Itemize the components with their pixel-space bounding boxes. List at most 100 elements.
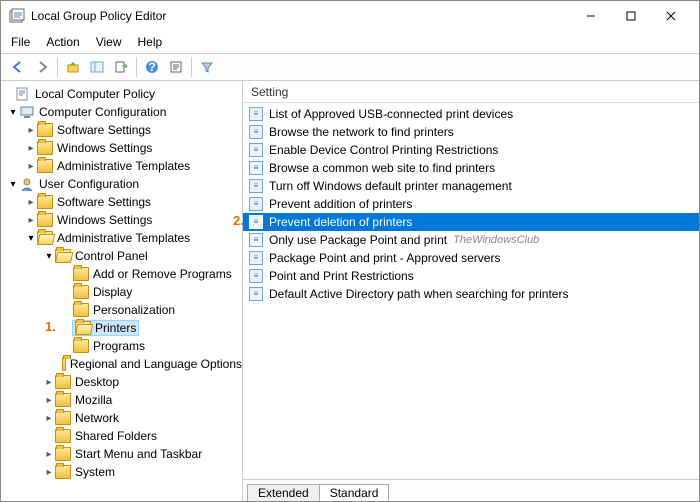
chevron-down-icon[interactable]: ▾: [25, 233, 37, 244]
tree-cp-addremove[interactable]: Add or Remove Programs: [1, 265, 242, 283]
chevron-right-icon[interactable]: ▸: [25, 125, 37, 136]
show-hide-tree-button[interactable]: [86, 56, 108, 78]
tree-root[interactable]: Local Computer Policy: [1, 85, 242, 103]
tree-system[interactable]: ▸ System: [1, 463, 242, 481]
tab-extended[interactable]: Extended: [247, 484, 320, 501]
setting-icon: ≡: [249, 161, 263, 175]
chevron-right-icon[interactable]: ▸: [43, 377, 55, 388]
chevron-down-icon[interactable]: ▾: [7, 107, 19, 118]
menu-file[interactable]: File: [11, 35, 30, 49]
tree-cp-regional[interactable]: Regional and Language Options: [1, 355, 242, 373]
folder-icon: [37, 141, 53, 155]
minimize-button[interactable]: [571, 2, 611, 30]
tree-cc-windows[interactable]: ▸Windows Settings: [1, 139, 242, 157]
export-button[interactable]: [110, 56, 132, 78]
filter-button[interactable]: [196, 56, 218, 78]
setting-item[interactable]: ≡Default Active Directory path when sear…: [243, 285, 699, 303]
chevron-right-icon[interactable]: ▸: [25, 143, 37, 154]
chevron-right-icon[interactable]: ▸: [25, 161, 37, 172]
setting-item[interactable]: ≡Browse a common web site to find printe…: [243, 159, 699, 177]
setting-item[interactable]: ≡Only use Package Point and print TheWin…: [243, 231, 699, 249]
folder-icon: [55, 447, 71, 461]
setting-item[interactable]: ≡Turn off Windows default printer manage…: [243, 177, 699, 195]
tree-uc-windows[interactable]: ▸Windows Settings: [1, 211, 242, 229]
chevron-right-icon[interactable]: ▸: [25, 215, 37, 226]
tab-standard[interactable]: Standard: [319, 484, 390, 501]
folder-icon: [37, 159, 53, 173]
setting-label: Prevent deletion of printers: [269, 215, 412, 229]
tree-label: Control Panel: [75, 249, 148, 263]
setting-icon: ≡: [249, 233, 263, 247]
tree-uc-admin[interactable]: ▾Administrative Templates: [1, 229, 242, 247]
watermark: TheWindowsClub: [453, 234, 539, 246]
folder-icon: [73, 285, 89, 299]
tree-label: Personalization: [93, 303, 175, 317]
settings-list[interactable]: 2. ≡List of Approved USB-connected print…: [243, 103, 699, 479]
tree-label: Add or Remove Programs: [93, 267, 232, 281]
setting-item[interactable]: ≡Browse the network to find printers: [243, 123, 699, 141]
tree-desktop[interactable]: ▸ Desktop: [1, 373, 242, 391]
setting-item[interactable]: ≡Point and Print Restrictions: [243, 267, 699, 285]
tree-cp-personalization[interactable]: Personalization: [1, 301, 242, 319]
setting-item[interactable]: ≡List of Approved USB-connected print de…: [243, 105, 699, 123]
close-button[interactable]: [651, 2, 691, 30]
callout-2: 2.: [233, 213, 244, 228]
tree-label: Local Computer Policy: [35, 87, 155, 101]
tree-cp-display[interactable]: Display: [1, 283, 242, 301]
back-button[interactable]: [7, 56, 29, 78]
callout-1: 1.: [45, 319, 56, 334]
setting-item[interactable]: ≡Prevent addition of printers: [243, 195, 699, 213]
chevron-right-icon[interactable]: ▸: [43, 449, 55, 460]
tree-cc-software[interactable]: ▸ Software Settings: [1, 121, 242, 139]
folder-icon: [73, 267, 89, 281]
tree-control-panel[interactable]: ▾ Control Panel: [1, 247, 242, 265]
tree-startmenu[interactable]: ▸Start Menu and Taskbar: [1, 445, 242, 463]
maximize-button[interactable]: [611, 2, 651, 30]
setting-label: Enable Device Control Printing Restricti…: [269, 143, 498, 157]
folder-open-icon: [37, 231, 53, 245]
tree-label: Desktop: [75, 375, 119, 389]
chevron-down-icon[interactable]: ▾: [7, 179, 19, 190]
setting-icon: ≡: [249, 215, 263, 229]
chevron-right-icon[interactable]: ▸: [43, 467, 55, 478]
menu-help[interactable]: Help: [138, 35, 163, 49]
tree-label: Printers: [95, 321, 136, 335]
nav-tree[interactable]: Local Computer Policy ▾Computer Configur…: [1, 81, 243, 501]
tree-user-configuration[interactable]: ▾User Configuration: [1, 175, 242, 193]
menu-view[interactable]: View: [96, 35, 122, 49]
tree-label: Software Settings: [57, 123, 151, 137]
tree-uc-software[interactable]: ▸Software Settings: [1, 193, 242, 211]
tree-computer-configuration[interactable]: ▾Computer Configuration: [1, 103, 242, 121]
folder-open-icon: [75, 321, 91, 335]
folder-icon: [55, 375, 71, 389]
menu-action[interactable]: Action: [46, 35, 79, 49]
tree-network[interactable]: ▸Network: [1, 409, 242, 427]
tree-label: Programs: [93, 339, 145, 353]
column-header-setting[interactable]: Setting: [243, 81, 699, 103]
chevron-right-icon[interactable]: ▸: [25, 197, 37, 208]
toolbar-separator: [57, 57, 58, 77]
setting-icon: ≡: [249, 107, 263, 121]
setting-label: Turn off Windows default printer managem…: [269, 179, 512, 193]
chevron-right-icon[interactable]: ▸: [43, 413, 55, 424]
setting-label: Prevent addition of printers: [269, 197, 412, 211]
chevron-down-icon[interactable]: ▾: [43, 251, 55, 262]
tree-cp-programs[interactable]: Programs: [1, 337, 242, 355]
up-button[interactable]: [62, 56, 84, 78]
tree-label: System: [75, 465, 115, 479]
folder-icon: [73, 303, 89, 317]
setting-item[interactable]: ≡Package Point and print - Approved serv…: [243, 249, 699, 267]
properties-button[interactable]: [165, 56, 187, 78]
folder-icon: [62, 357, 66, 371]
setting-item[interactable]: ≡Enable Device Control Printing Restrict…: [243, 141, 699, 159]
folder-icon: [73, 339, 89, 353]
setting-item-selected[interactable]: ≡ Prevent deletion of printers: [243, 213, 699, 231]
chevron-right-icon[interactable]: ▸: [43, 395, 55, 406]
tree-cc-admin[interactable]: ▸Administrative Templates: [1, 157, 242, 175]
tree-mozilla[interactable]: ▸Mozilla: [1, 391, 242, 409]
policy-icon: [15, 87, 31, 101]
help-button[interactable]: ?: [141, 56, 163, 78]
forward-button[interactable]: [31, 56, 53, 78]
tree-cp-printers[interactable]: 1. Printers: [1, 319, 242, 337]
tree-shared-folders[interactable]: Shared Folders: [1, 427, 242, 445]
